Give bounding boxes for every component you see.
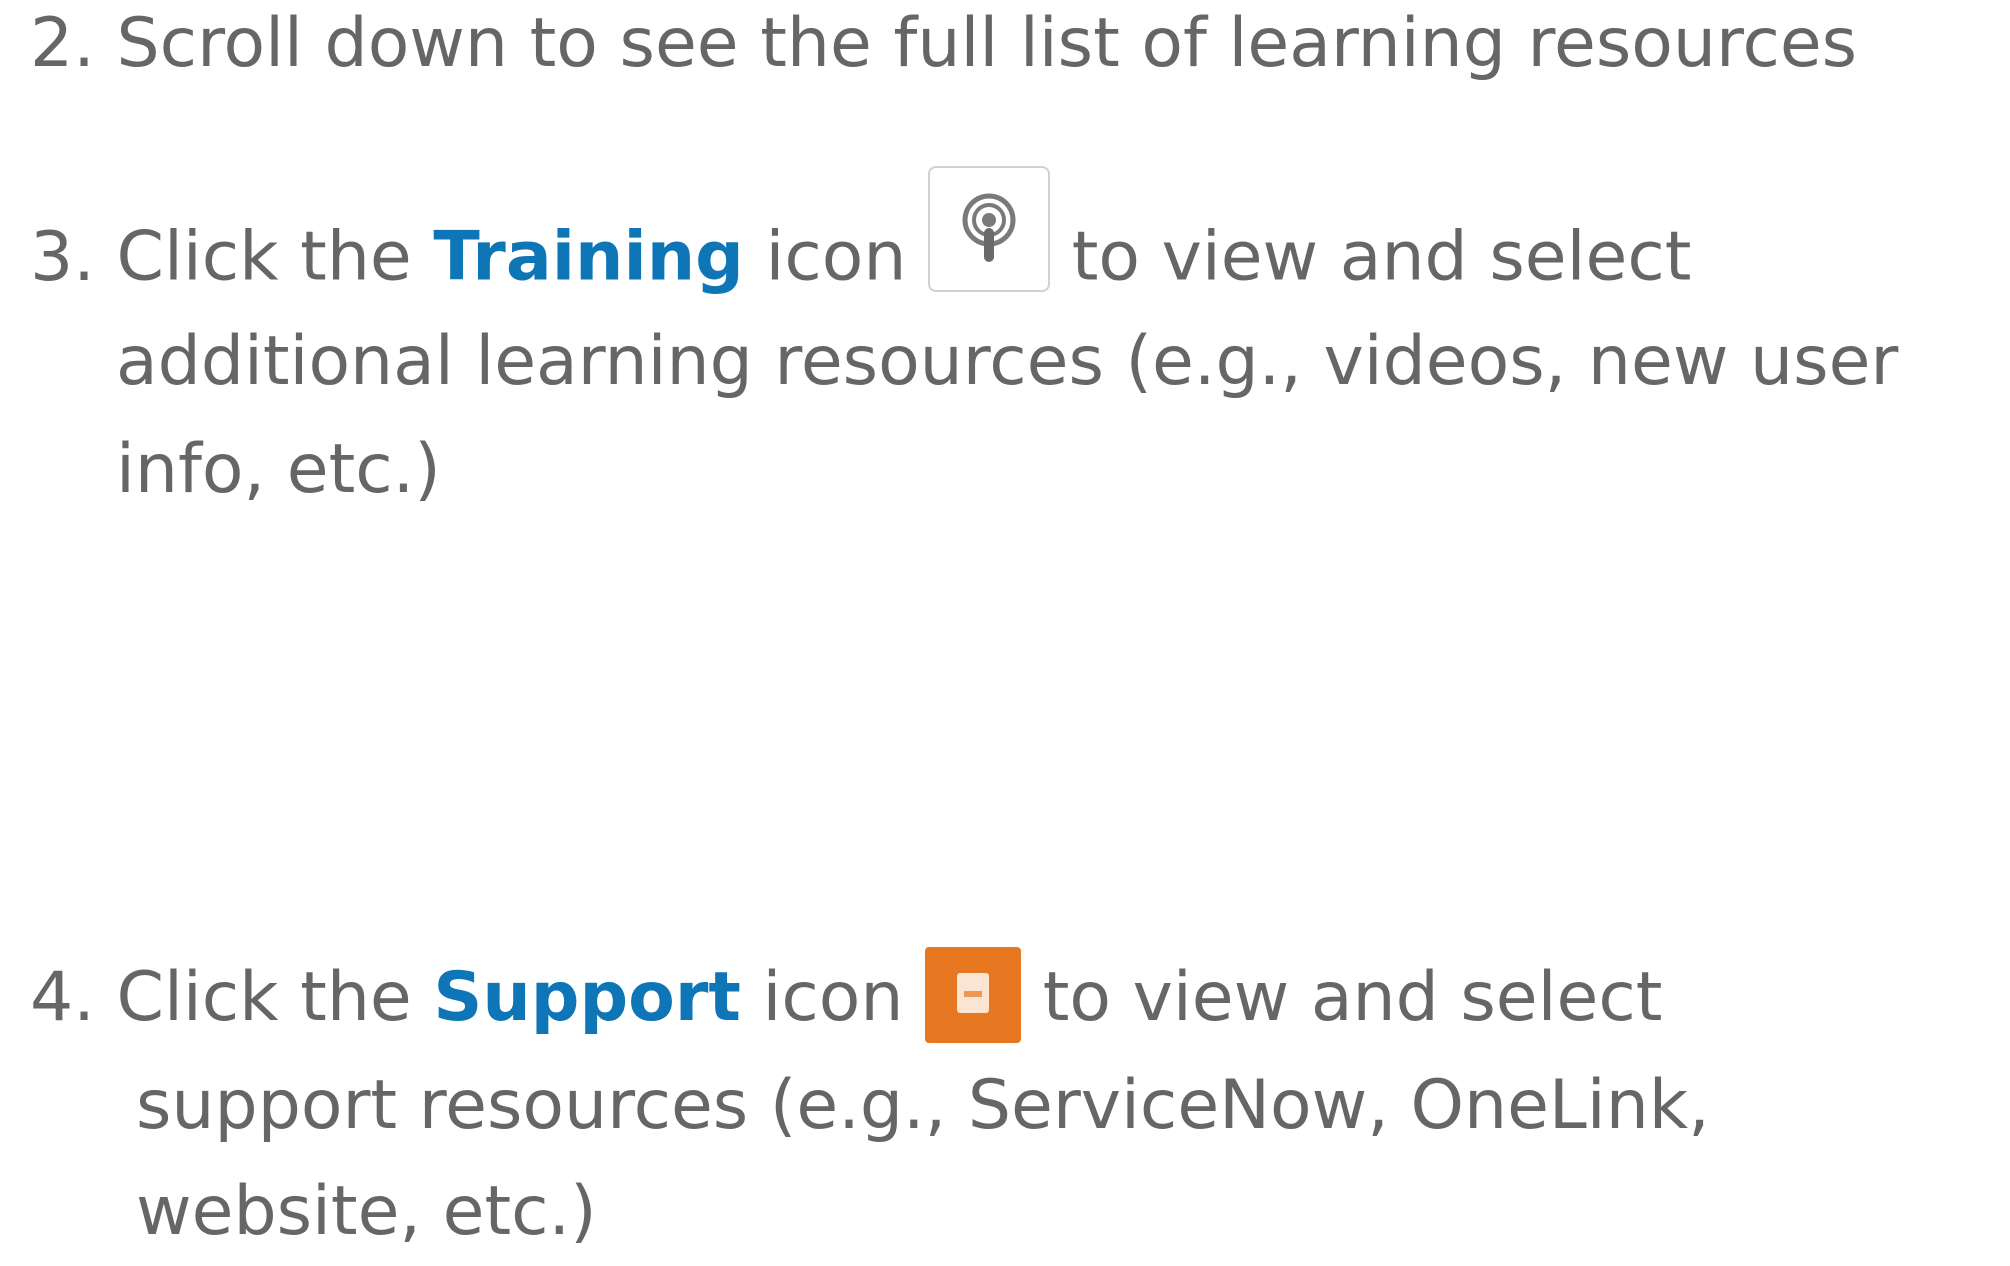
step-4-suffix: to view and select — [1042, 958, 1663, 1037]
step-4-line-2: support resources (e.g., ServiceNow, One… — [136, 1052, 1710, 1160]
step-4-line-3: website, etc.) — [136, 1158, 597, 1266]
step-3-continuation-1: additional learning resources (e.g., vid… — [116, 322, 1899, 401]
step-2-line-1: 2. Scroll down to see the full list of l… — [30, 0, 1857, 98]
step-3-prefix: Click the — [116, 217, 412, 297]
step-3-line-3: info, etc.) — [116, 416, 441, 524]
step-4-icon-word: icon — [762, 958, 904, 1037]
support-keyword: Support — [433, 958, 741, 1037]
step-4-continuation-1: support resources (e.g., ServiceNow, One… — [136, 1066, 1710, 1145]
step-4-continuation-2: website, etc.) — [136, 1172, 597, 1251]
document-icon[interactable] — [925, 947, 1022, 1044]
step-3-suffix: to view and select — [1071, 217, 1692, 297]
step-4-prefix: Click the — [116, 958, 412, 1037]
step-3-icon-word: icon — [765, 217, 907, 297]
training-keyword: Training — [433, 217, 744, 297]
step-2-number: 2. — [30, 4, 95, 83]
step-3-continuation-2: info, etc.) — [116, 430, 441, 509]
step-4-line-1: 4. Click the Support icon to view and se… — [30, 944, 1662, 1052]
document-glyph — [957, 973, 990, 1014]
step-2-text: Scroll down to see the full list of lear… — [116, 4, 1858, 83]
podcast-icon[interactable] — [928, 166, 1051, 292]
step-3-number: 3. — [30, 217, 95, 297]
step-3-line-1: 3. Click the Training icon to view and s… — [30, 166, 1692, 324]
step-3-line-2: additional learning resources (e.g., vid… — [116, 308, 1898, 416]
step-4-number: 4. — [30, 958, 95, 1037]
